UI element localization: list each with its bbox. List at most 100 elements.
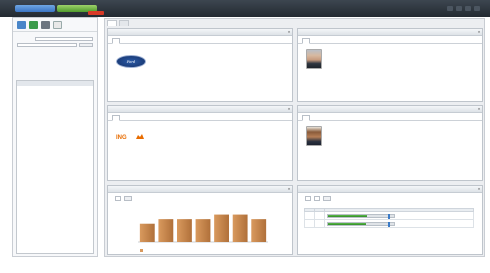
progress-bar [327, 213, 396, 219]
panel-tab[interactable] [320, 115, 328, 121]
progress-subtitle [298, 204, 482, 206]
close-icon[interactable]: × [478, 106, 480, 112]
row-value [314, 211, 326, 220]
panel-header: × [298, 106, 482, 113]
close-icon[interactable]: × [288, 106, 290, 112]
panel-tabs [298, 113, 482, 121]
dashboard-area: × Ford × × ING × × × [104, 18, 485, 257]
sidebar [12, 17, 98, 257]
panel-tab[interactable] [311, 115, 319, 121]
search-input[interactable] [17, 43, 77, 47]
account-tree [16, 80, 94, 254]
panel-body: Ford [108, 44, 292, 73]
top-tab-primary[interactable] [15, 5, 55, 12]
panel-body [298, 121, 482, 151]
ford-logo: Ford [116, 55, 146, 68]
chart-bar[interactable] [214, 214, 229, 242]
row-progress [324, 211, 474, 220]
refresh-button[interactable] [124, 196, 132, 201]
panel-tab[interactable] [130, 115, 138, 121]
panel-tab[interactable] [338, 115, 346, 121]
close-icon[interactable]: × [478, 186, 480, 192]
top-right-links [447, 5, 480, 12]
panel-tab[interactable] [329, 115, 337, 121]
panel-body [298, 44, 482, 74]
panel-tab[interactable] [302, 115, 310, 121]
panel-tab[interactable] [157, 38, 165, 44]
company-panel: × Ford [107, 28, 293, 102]
row-name [303, 211, 316, 220]
panel-header: × [108, 29, 292, 36]
panel-tab[interactable] [157, 115, 165, 121]
chart-bar[interactable] [139, 223, 155, 242]
panel-tab[interactable] [121, 115, 129, 121]
panel-tab[interactable] [139, 115, 147, 121]
chart-bar[interactable] [251, 219, 267, 242]
close-icon[interactable]: × [288, 29, 290, 35]
top-link-3[interactable] [465, 6, 471, 11]
panel-tab[interactable] [148, 115, 156, 121]
top-link-2[interactable] [456, 6, 462, 11]
forward-icon[interactable] [41, 20, 50, 29]
panel-header: × [298, 186, 482, 193]
close-icon[interactable]: × [288, 186, 290, 192]
date-to-dropdown[interactable] [314, 196, 320, 201]
sidebar-search-row [13, 42, 97, 48]
panel-tabs [298, 36, 482, 44]
dashboard-tab-1[interactable] [107, 20, 117, 26]
progress-bar [327, 221, 396, 227]
date-from-dropdown[interactable] [305, 196, 311, 201]
lion-icon [136, 134, 144, 139]
document-icon[interactable] [53, 20, 62, 29]
chart-bar[interactable] [232, 214, 248, 242]
panel-tab[interactable] [338, 38, 346, 44]
target-marker [387, 213, 390, 219]
top-link-1[interactable] [447, 6, 453, 11]
tree-header [17, 81, 93, 86]
top-link-4[interactable] [474, 6, 480, 11]
panel-tab[interactable] [112, 38, 120, 44]
panel-tab[interactable] [112, 115, 120, 121]
avatar [306, 49, 322, 69]
panel-tab[interactable] [347, 38, 355, 44]
close-icon[interactable]: × [478, 29, 480, 35]
notification-badge[interactable] [88, 11, 104, 15]
top-navigation-bar [0, 0, 490, 17]
progress-panel: × [297, 185, 483, 255]
chart-bar[interactable] [177, 219, 192, 242]
filter-field[interactable] [35, 37, 93, 41]
new-record-icon[interactable] [17, 20, 26, 29]
period-dropdown[interactable] [115, 196, 121, 201]
panel-body: ING [108, 121, 292, 150]
panel-header: × [108, 186, 292, 193]
ing-logo: ING [116, 131, 146, 145]
progress-table-body [303, 211, 474, 228]
panel-tab[interactable] [347, 115, 355, 121]
dashboard-tab-2[interactable] [119, 20, 129, 26]
panel-tab[interactable] [329, 38, 337, 44]
target-marker [387, 221, 390, 227]
panel-tab[interactable] [320, 38, 328, 44]
panel-tabs [108, 113, 292, 121]
dashboard-tabs [107, 20, 129, 27]
panel-tab[interactable] [302, 38, 310, 44]
table-row[interactable] [303, 219, 474, 228]
table-row[interactable] [303, 211, 474, 220]
panel-tabs [108, 36, 292, 44]
search-button[interactable] [79, 43, 93, 47]
panel-tab[interactable] [139, 38, 147, 44]
save-icon[interactable] [29, 20, 38, 29]
sidebar-toolbar [13, 18, 97, 32]
chart-bar[interactable] [158, 219, 174, 242]
panel-tab[interactable] [130, 38, 138, 44]
apply-button[interactable] [323, 196, 331, 201]
progress-controls [298, 193, 482, 204]
revenue-bar-chart [138, 214, 268, 252]
panel-tab[interactable] [148, 38, 156, 44]
panel-tab[interactable] [311, 38, 319, 44]
panel-header: × [108, 106, 292, 113]
company-panel-2: × ING [107, 105, 293, 181]
row-progress [324, 219, 474, 228]
panel-tab[interactable] [121, 38, 129, 44]
chart-bar[interactable] [195, 219, 211, 242]
